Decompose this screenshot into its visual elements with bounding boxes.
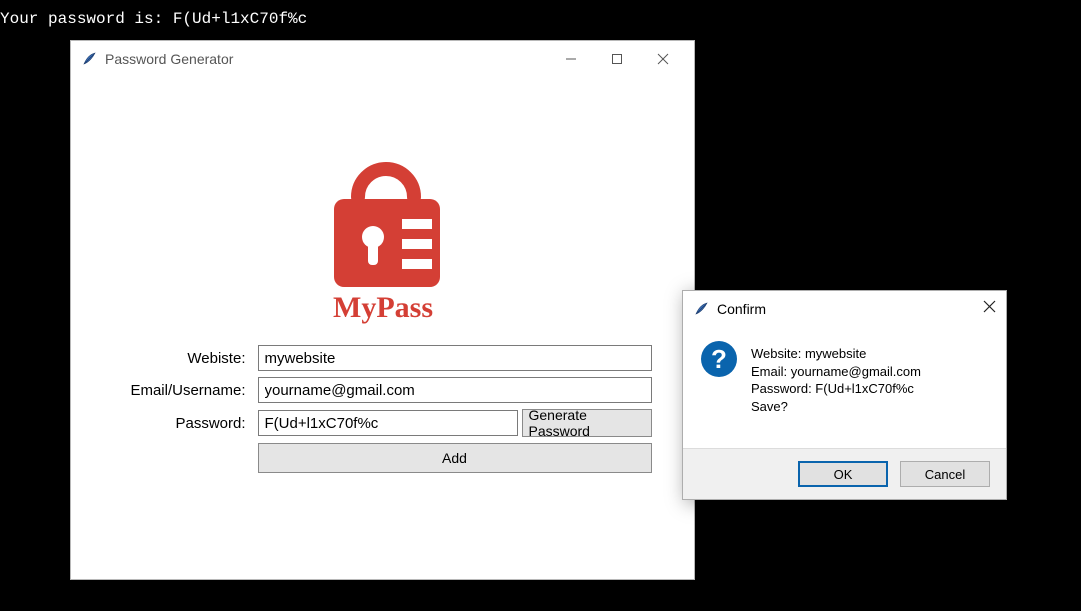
password-label: Password: [114,415,254,432]
dialog-body: ? Website: mywebsite Email: yourname@gma… [683,327,1006,448]
maximize-button[interactable] [594,44,640,74]
cancel-button[interactable]: Cancel [900,461,990,487]
password-input[interactable] [258,410,518,436]
email-label: Email/Username: [114,382,254,399]
dialog-message-line: Save? [751,398,921,416]
dialog-message: Website: mywebsite Email: yourname@gmail… [751,341,921,438]
form: Webiste: Email/Username: Password: Gener… [114,345,652,473]
dialog-title: Confirm [717,301,983,317]
feather-icon [81,51,97,67]
dialog-titlebar: Confirm [683,291,1006,327]
feather-icon [693,301,709,317]
email-input[interactable] [258,377,652,403]
question-icon: ? [701,341,737,377]
website-input[interactable] [258,345,652,371]
password-generator-window: Password Generator MyP [70,40,695,580]
dialog-message-line: Password: F(Ud+l1xC70f%c [751,380,921,398]
console-output: Your password is: F(Ud+l1xC70f%c [0,10,307,28]
website-label: Webiste: [114,350,254,367]
dialog-actions: OK Cancel [683,448,1006,499]
generate-password-button[interactable]: Generate Password [522,409,652,437]
add-button[interactable]: Add [258,443,652,473]
client-area: MyPass Webiste: Email/Username: Password… [71,77,694,513]
logo-text: MyPass [333,291,433,324]
window-title: Password Generator [105,51,548,67]
minimize-button[interactable] [548,44,594,74]
dialog-close-button[interactable] [983,300,996,318]
ok-button[interactable]: OK [798,461,888,487]
close-button[interactable] [640,44,686,74]
dialog-message-line: Website: mywebsite [751,345,921,363]
window-controls [548,44,686,74]
dialog-message-line: Email: yourname@gmail.com [751,363,921,381]
logo: MyPass [298,107,468,337]
titlebar: Password Generator [71,41,694,77]
confirm-dialog: Confirm ? Website: mywebsite Email: your… [682,290,1007,500]
